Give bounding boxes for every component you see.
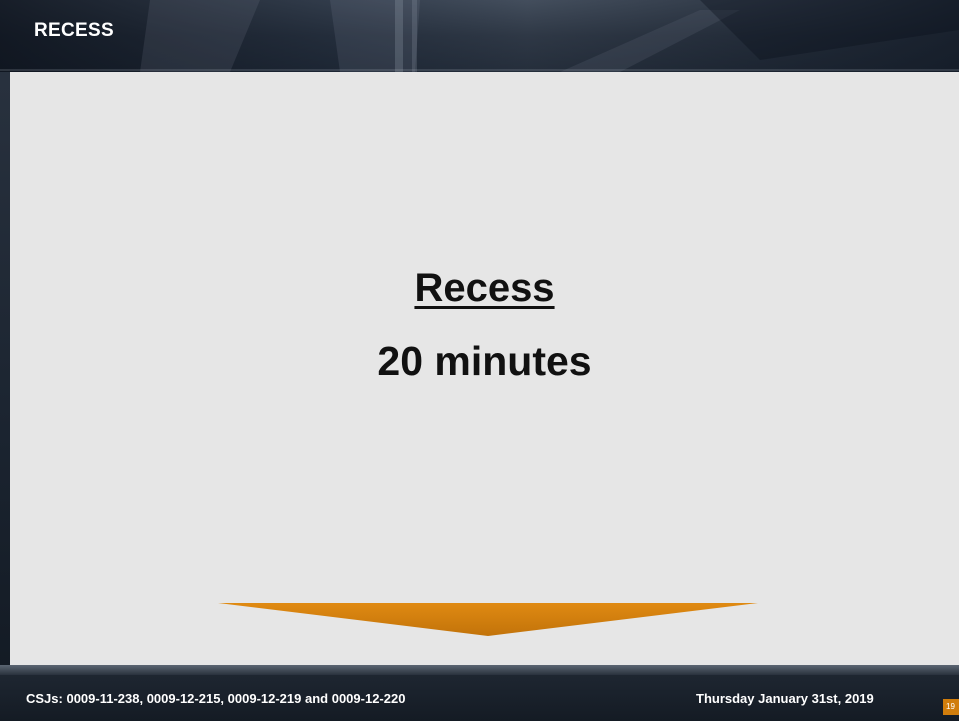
slide-header: RECESS — [0, 0, 959, 72]
slide-footer: CSJs: 0009-11-238, 0009-12-215, 0009-12-… — [0, 675, 959, 721]
page-number-badge: 19 — [943, 699, 959, 715]
header-title: RECESS — [34, 20, 114, 41]
content-title-text: Recess — [414, 266, 555, 310]
slide: RECESS Recess 20 minutes CSJs: 0009-11-2… — [0, 0, 959, 721]
footer-date: Thursday January 31st, 2019 — [696, 691, 874, 706]
down-arrow-icon — [218, 603, 758, 636]
content-subtitle: 20 minutes — [377, 338, 592, 384]
footer-csj-text: CSJs: 0009-11-238, 0009-12-215, 0009-12-… — [26, 691, 406, 706]
content-title: Recess — [10, 266, 959, 311]
header-background-decor — [0, 0, 959, 72]
content-panel: Recess 20 minutes — [10, 72, 959, 665]
footer-divider — [0, 665, 959, 675]
